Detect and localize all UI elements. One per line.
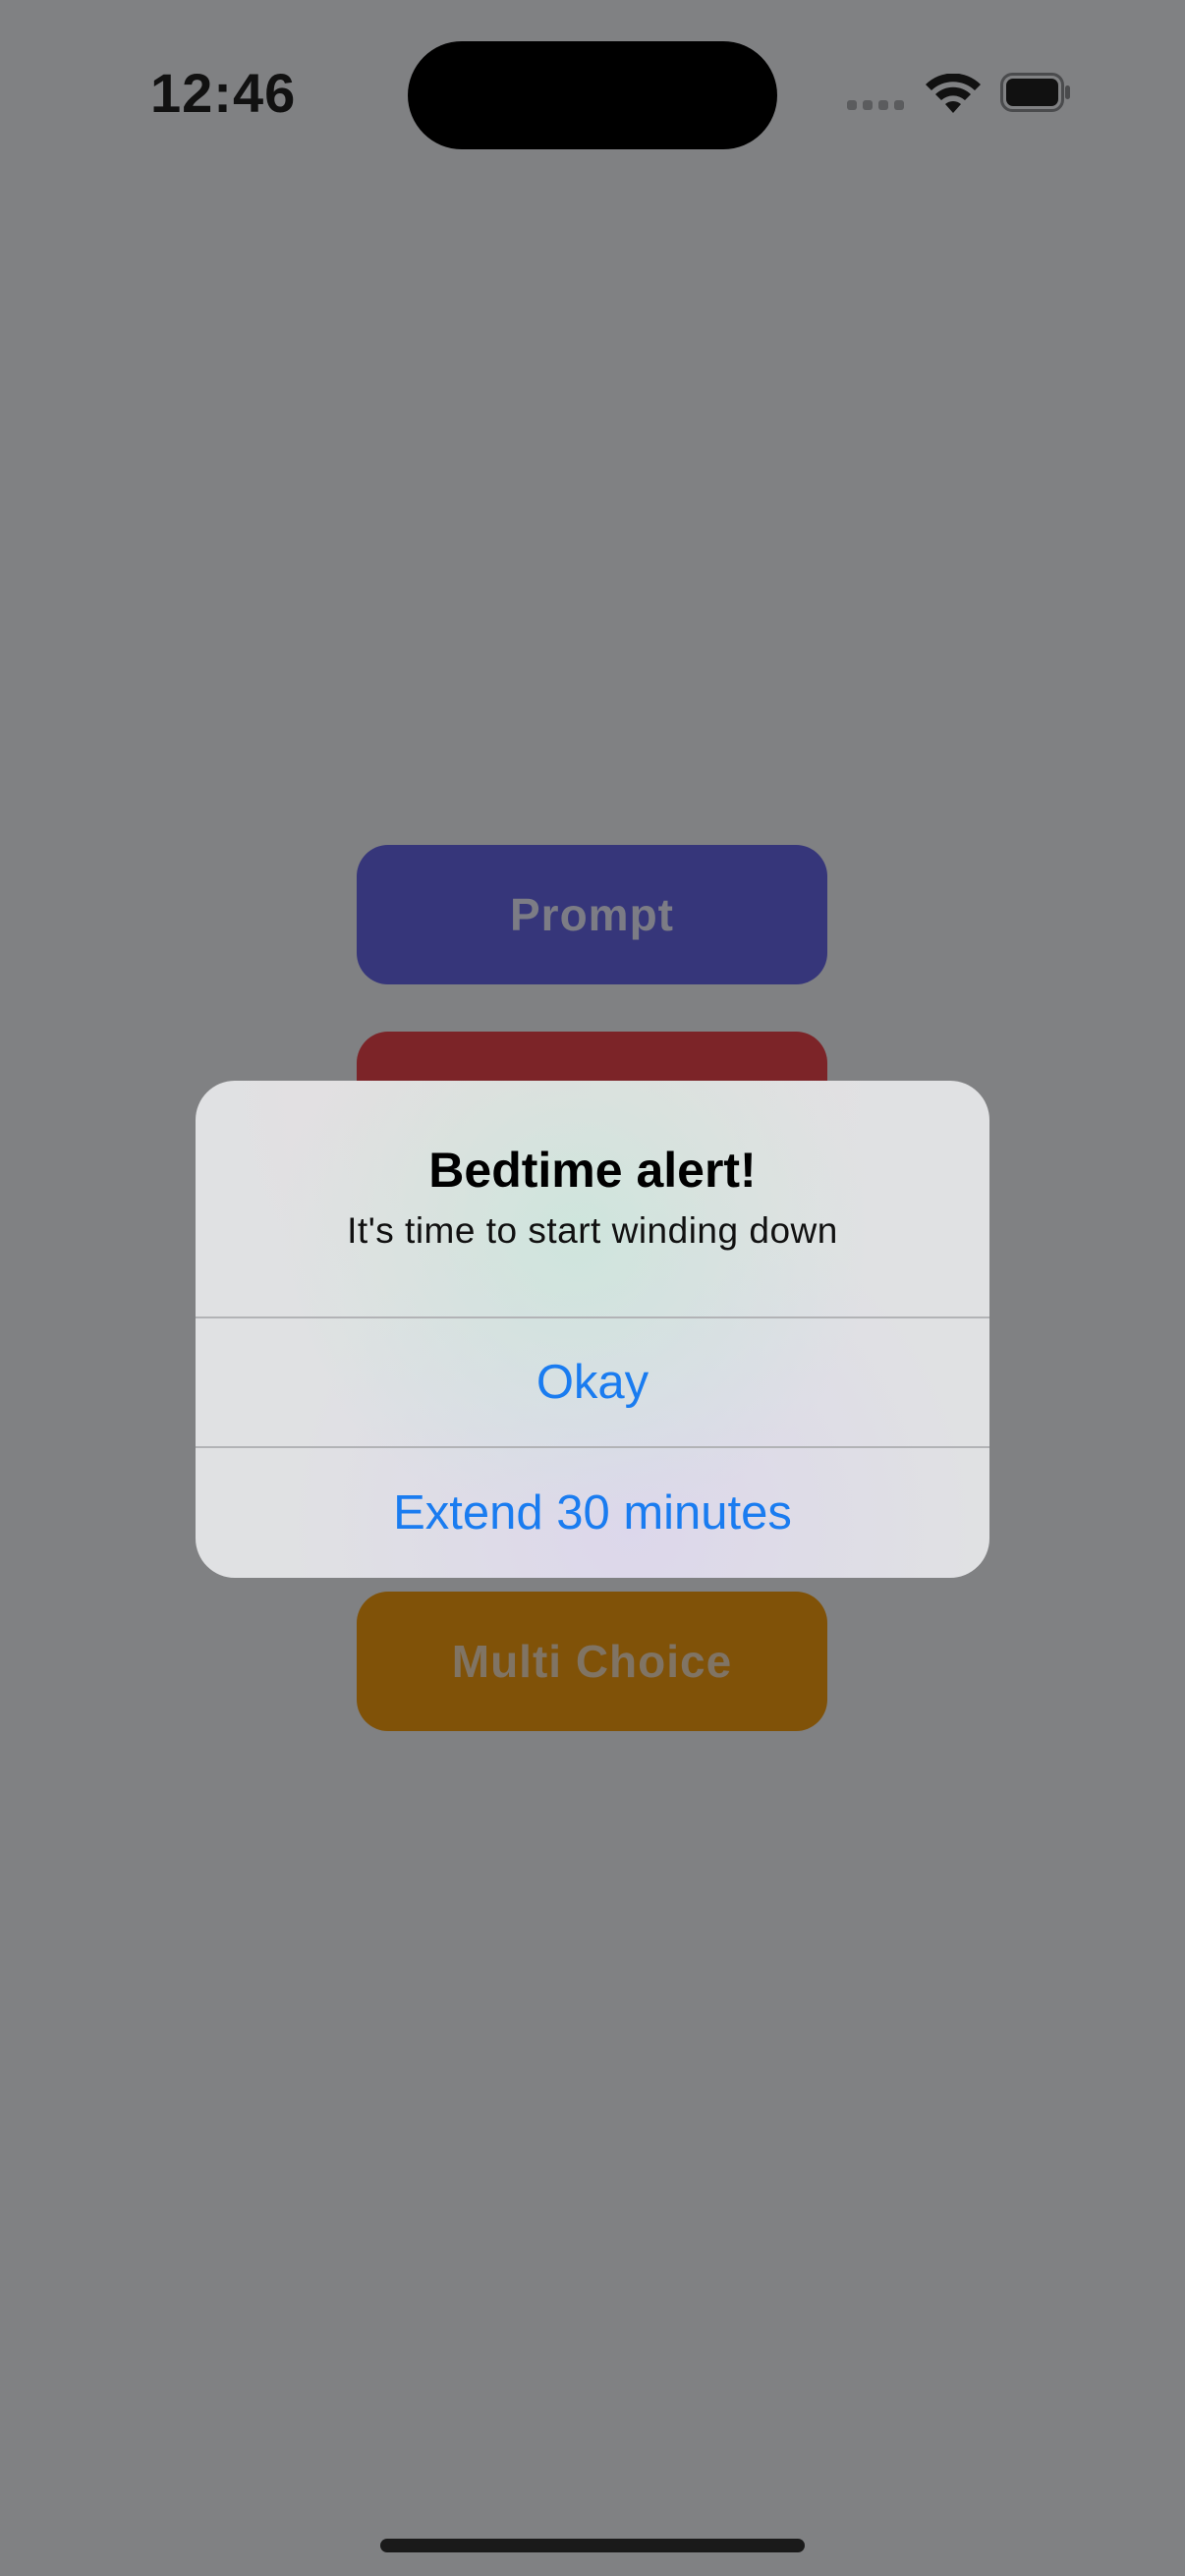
cellular-signal-icon — [847, 100, 904, 110]
okay-button[interactable]: Okay — [196, 1316, 989, 1446]
prompt-button: Prompt — [357, 845, 827, 984]
wifi-icon — [926, 74, 981, 113]
status-time: 12:46 — [150, 62, 297, 124]
alert-title: Bedtime alert! — [428, 1143, 757, 1198]
alert-header: Bedtime alert! It's time to start windin… — [196, 1081, 989, 1316]
home-indicator[interactable] — [380, 2539, 805, 2552]
alert-message: It's time to start winding down — [347, 1210, 838, 1251]
bedtime-alert-dialog: Bedtime alert! It's time to start windin… — [196, 1081, 989, 1578]
multi-choice-button: Multi Choice — [357, 1592, 827, 1731]
dynamic-island — [408, 41, 777, 149]
extend-30-minutes-button[interactable]: Extend 30 minutes — [196, 1446, 989, 1578]
battery-icon — [1000, 73, 1070, 112]
